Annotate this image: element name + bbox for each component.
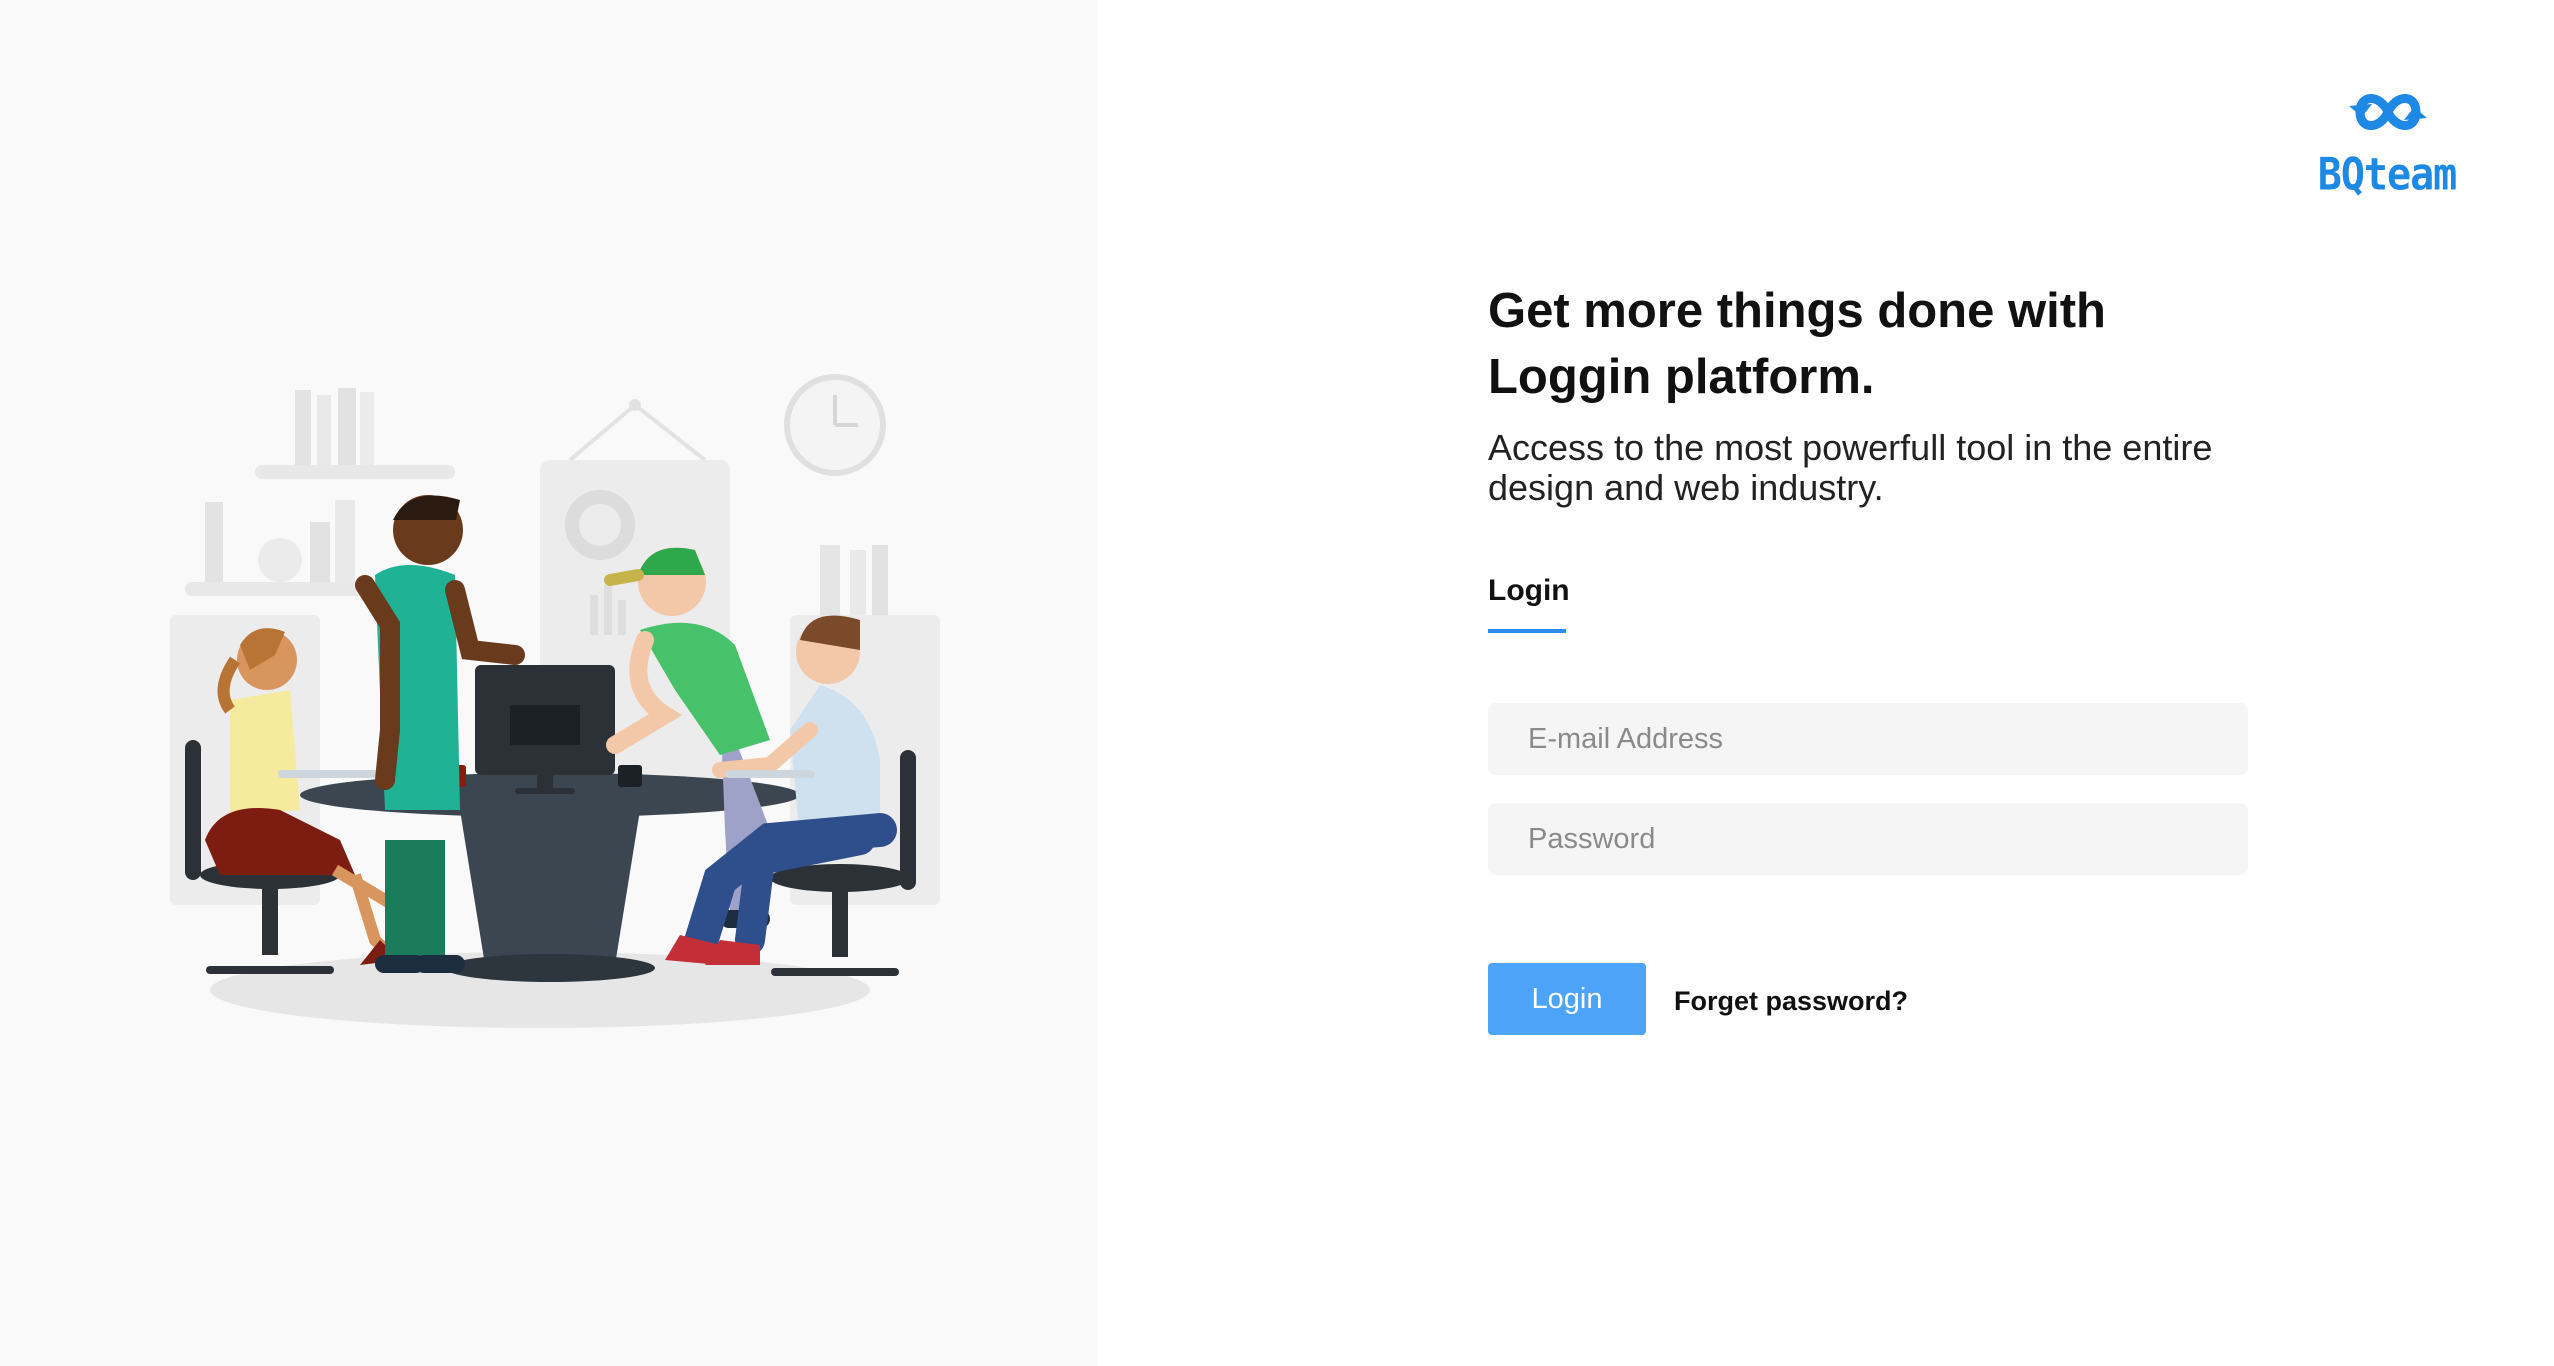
team-illustration [170,374,940,1028]
page-subtitle: Access to the most powerfull tool in the… [1488,427,2213,508]
login-button[interactable]: Login [1488,963,1646,1035]
illustration-panel [0,0,1098,1366]
tab-login[interactable]: Login [1488,574,1570,608]
email-field[interactable] [1488,703,2248,775]
password-field[interactable] [1488,803,2248,875]
brand-logo[interactable]: BQteam [2312,82,2462,202]
tab-active-indicator [1488,629,1566,633]
page-headline: Get more things done with Loggin platfor… [1488,284,2106,404]
login-panel [1098,0,2554,1366]
forget-password-link[interactable]: Forget password? [1674,986,1908,1017]
brand-name: BQteam [2317,149,2458,201]
infinity-arrows-icon [2349,94,2427,130]
